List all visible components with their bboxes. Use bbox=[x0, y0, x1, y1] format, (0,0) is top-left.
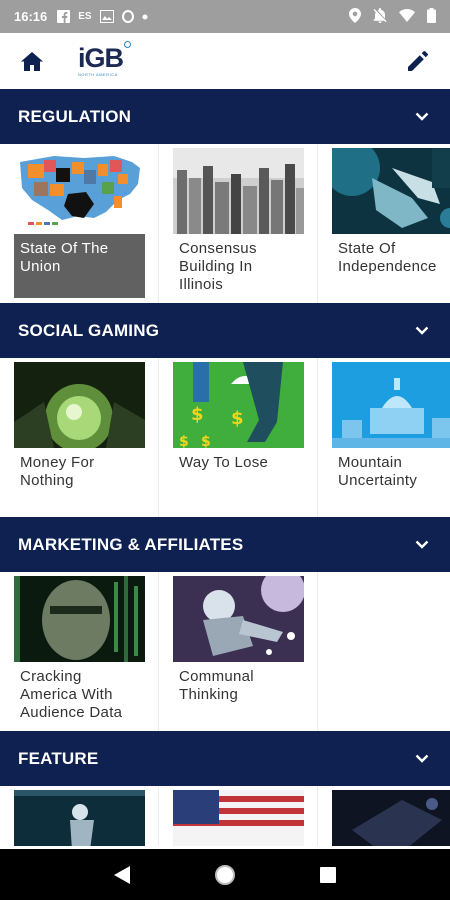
article-card[interactable]: State Of Independence bbox=[318, 144, 450, 303]
article-card[interactable]: State Of The Union bbox=[0, 144, 159, 303]
home-button[interactable] bbox=[16, 45, 48, 77]
section-header-feature[interactable]: FEATURE bbox=[0, 731, 450, 786]
status-time: 16:16 bbox=[14, 9, 48, 24]
location-icon bbox=[349, 7, 361, 26]
circle-home-icon bbox=[214, 864, 235, 885]
dark-tech-image bbox=[332, 790, 450, 846]
logo-dot-icon bbox=[124, 41, 132, 48]
home-nav-button[interactable] bbox=[210, 860, 240, 890]
glowing-orb-image bbox=[14, 362, 145, 448]
mute-icon bbox=[373, 7, 387, 26]
chevron-down-icon[interactable] bbox=[412, 535, 432, 555]
back-icon bbox=[113, 865, 130, 884]
article-card[interactable]: Mountain Uncertainty bbox=[318, 358, 450, 517]
battery-icon bbox=[427, 7, 436, 26]
edit-button[interactable] bbox=[402, 45, 434, 77]
section-header-regulation[interactable]: REGULATION bbox=[0, 89, 450, 144]
card-row-marketing-affiliates[interactable]: Cracking America With Audience Data Comm… bbox=[0, 572, 450, 731]
article-card[interactable]: Communal Thinking bbox=[159, 572, 318, 731]
image-icon bbox=[99, 10, 114, 24]
article-card[interactable]: Consensus Building In Illinois bbox=[159, 144, 318, 303]
recents-button[interactable] bbox=[313, 860, 343, 890]
svg-text:$: $ bbox=[179, 434, 189, 448]
article-card[interactable]: Cracking America With Audience Data bbox=[0, 572, 159, 731]
article-card[interactable] bbox=[159, 786, 318, 846]
section-title: MARKETING & AFFILIATES bbox=[18, 534, 244, 554]
chevron-down-icon[interactable] bbox=[412, 107, 432, 127]
logo-subtitle: NORTH AMERICA bbox=[78, 72, 118, 77]
opera-icon bbox=[121, 10, 134, 24]
svg-text:$: $ bbox=[201, 434, 211, 448]
section-title: SOCIAL GAMING bbox=[18, 320, 160, 340]
robot-player-image bbox=[173, 576, 304, 662]
section-header-marketing-affiliates[interactable]: MARKETING & AFFILIATES bbox=[0, 517, 450, 572]
article-title: State Of The Union bbox=[14, 234, 145, 298]
article-title: Money For Nothing bbox=[20, 454, 95, 489]
edit-icon bbox=[408, 51, 428, 71]
status-bar: 16:16 ES bbox=[0, 0, 450, 33]
chevron-down-icon[interactable] bbox=[412, 749, 432, 769]
section-title: FEATURE bbox=[18, 748, 99, 768]
igb-logo: iGB NORTH AMERICA bbox=[78, 41, 132, 77]
dot-icon bbox=[142, 10, 148, 24]
article-card[interactable] bbox=[0, 786, 159, 846]
es-text: ES bbox=[78, 11, 92, 22]
article-title: Way To Lose bbox=[179, 454, 269, 471]
robot-hand-image bbox=[332, 148, 450, 234]
article-card[interactable]: Money For Nothing bbox=[0, 358, 159, 517]
content-list[interactable]: REGULATION State Of The Union Consensus … bbox=[0, 89, 450, 849]
facebook-icon bbox=[57, 10, 71, 24]
recents-icon bbox=[320, 866, 337, 883]
capitol-image bbox=[332, 362, 450, 448]
svg-text:$: $ bbox=[191, 404, 204, 425]
us-map-image bbox=[14, 148, 145, 234]
section-header-social-gaming[interactable]: SOCIAL GAMING bbox=[0, 303, 450, 358]
system-nav-bar bbox=[0, 849, 450, 900]
city-skyline-image bbox=[173, 148, 304, 234]
card-row-regulation[interactable]: State Of The Union Consensus Building In… bbox=[0, 144, 450, 303]
article-title: State Of Independence bbox=[338, 240, 437, 275]
chevron-down-icon[interactable] bbox=[412, 321, 432, 341]
svg-text:$: $ bbox=[231, 408, 244, 429]
article-card[interactable]: $ $ $ $ Way To Lose bbox=[159, 358, 318, 517]
card-row-social-gaming[interactable]: Money For Nothing $ $ $ $ Way To Lose Mo… bbox=[0, 358, 450, 517]
article-title: Communal Thinking bbox=[179, 668, 254, 703]
article-title: Mountain Uncertainty bbox=[338, 454, 418, 489]
article-title: Consensus Building In Illinois bbox=[179, 240, 257, 293]
us-flag-image bbox=[173, 790, 304, 846]
matrix-face-image bbox=[14, 576, 145, 662]
article-title: Cracking America With Audience Data bbox=[20, 668, 123, 721]
wifi-icon bbox=[399, 8, 415, 25]
article-card[interactable] bbox=[318, 786, 450, 846]
dollar-legs-image: $ $ $ $ bbox=[173, 362, 304, 448]
home-icon bbox=[21, 51, 43, 71]
card-row-feature[interactable] bbox=[0, 786, 450, 846]
back-button[interactable] bbox=[107, 860, 137, 890]
logo-text: iGB bbox=[78, 43, 124, 73]
section-title: REGULATION bbox=[18, 106, 132, 126]
app-bar: iGB NORTH AMERICA bbox=[0, 33, 450, 89]
baseball-image bbox=[14, 790, 145, 846]
